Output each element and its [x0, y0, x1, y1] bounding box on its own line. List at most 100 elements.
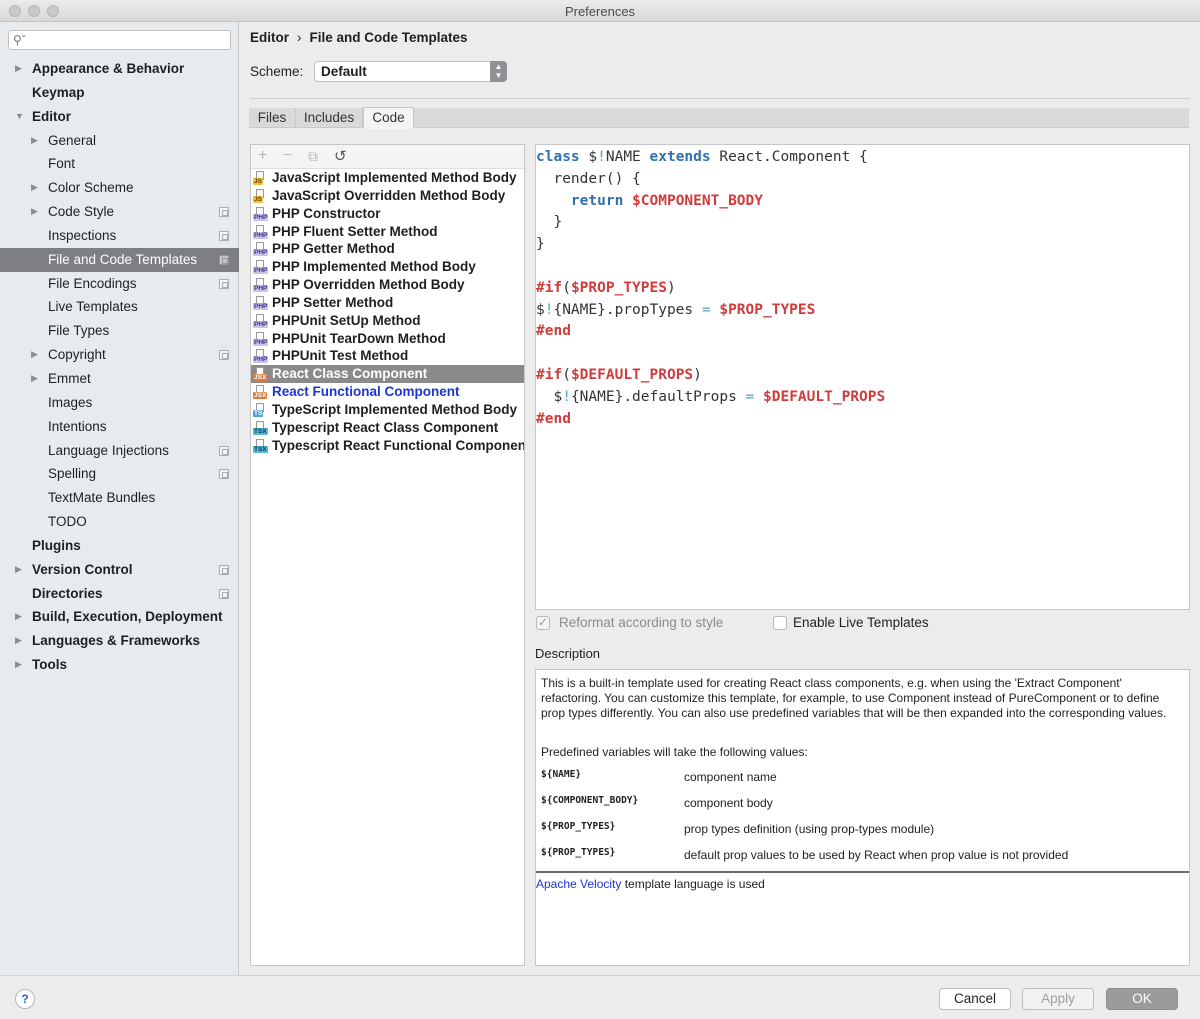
sidebar-item-todo[interactable]: TODO	[0, 510, 239, 534]
sidebar-item-font[interactable]: Font	[0, 152, 239, 176]
ok-button[interactable]: OK	[1106, 988, 1178, 1010]
search-icon: ⚲ˇ	[13, 33, 26, 47]
sidebar-item-file-types[interactable]: File Types	[0, 319, 239, 343]
reset-template-icon[interactable]: ↺	[334, 147, 347, 165]
expand-right-icon[interactable]: ▶	[15, 57, 22, 81]
template-item-phpunit-setup-method[interactable]: PHP PHPUnit SetUp Method	[251, 312, 524, 330]
code-token: !	[562, 388, 571, 405]
template-item-react-functional-component[interactable]: JSX React Functional Component	[251, 383, 524, 401]
cancel-button[interactable]: Cancel	[939, 988, 1011, 1010]
file-template-icon: PHP	[253, 278, 269, 293]
divider	[536, 871, 1189, 873]
sidebar-item-tools[interactable]: ▶ Tools	[0, 653, 239, 677]
expand-right-icon[interactable]: ▶	[15, 558, 22, 582]
tab-includes[interactable]: Includes	[296, 108, 363, 128]
sidebar-item-color-scheme[interactable]: ▶ Color Scheme	[0, 176, 239, 200]
sidebar-item-file-encodings[interactable]: File Encodings	[0, 272, 239, 296]
scheme-select[interactable]: Default ▲ ▼	[314, 61, 507, 82]
expand-right-icon[interactable]: ▶	[31, 129, 38, 153]
sidebar-item-inspections[interactable]: Inspections	[0, 224, 239, 248]
sidebar-item-label: File Encodings	[48, 275, 137, 291]
file-type-tag: JS	[253, 195, 263, 203]
code-token: }	[536, 236, 545, 253]
project-settings-icon	[219, 278, 229, 289]
variable-description: component name	[684, 770, 777, 784]
tab-code[interactable]: Code	[363, 107, 414, 129]
expand-right-icon[interactable]: ▶	[31, 200, 38, 224]
file-type-tag: PHP	[253, 213, 269, 221]
sidebar-item-plugins[interactable]: Plugins	[0, 534, 239, 558]
breadcrumb-parent[interactable]: Editor	[250, 30, 289, 45]
expand-down-icon[interactable]: ▼	[15, 105, 24, 129]
file-type-tag: TSX	[253, 445, 268, 453]
sidebar-item-emmet[interactable]: ▶ Emmet	[0, 367, 239, 391]
sidebar-item-label: Editor	[32, 108, 71, 124]
code-token: $	[579, 149, 598, 165]
template-code-editor[interactable]: class $!NAME extends React.Component { r…	[535, 144, 1190, 610]
window-title-bar: Preferences	[0, 0, 1200, 22]
template-item-php-overridden-method-body[interactable]: PHP PHP Overridden Method Body	[251, 276, 524, 294]
variables-table: ${NAME} component name ${COMPONENT_BODY} co…	[541, 769, 1181, 873]
template-item-php-getter-method[interactable]: PHP PHP Getter Method	[251, 240, 524, 258]
sidebar-item-label: General	[48, 132, 97, 148]
reformat-checkbox[interactable]	[536, 615, 550, 630]
tab-files[interactable]: Files	[249, 108, 296, 128]
chevron-updown-icon: ▲ ▼	[490, 61, 507, 82]
sidebar-item-version-control[interactable]: ▶ Version Control	[0, 558, 239, 582]
help-button[interactable]: ?	[15, 989, 35, 1009]
expand-right-icon[interactable]: ▶	[31, 343, 38, 367]
template-item-php-constructor[interactable]: PHP PHP Constructor	[251, 205, 524, 223]
project-settings-icon	[219, 230, 229, 241]
template-item-typescript-react-functional-component[interactable]: TSX Typescript React Functional Component	[251, 437, 524, 455]
template-list-panel: + − ⧉ ↺ JS JavaScript Implemented Method …	[250, 144, 525, 966]
sidebar-item-keymap[interactable]: Keymap	[0, 81, 239, 105]
file-template-icon: PHP	[253, 206, 269, 221]
template-item-javascript-implemented-method-body[interactable]: JS JavaScript Implemented Method Body	[251, 169, 524, 187]
template-item-phpunit-test-method[interactable]: PHP PHPUnit Test Method	[251, 347, 524, 365]
add-template-icon[interactable]: +	[258, 147, 267, 165]
code-line: $!{NAME}.propTypes = $PROP_TYPES	[536, 300, 1189, 322]
sidebar-item-spelling[interactable]: Spelling	[0, 462, 239, 486]
sidebar-item-textmate-bundles[interactable]: TextMate Bundles	[0, 486, 239, 510]
sidebar-item-intentions[interactable]: Intentions	[0, 415, 239, 439]
template-item-react-class-component[interactable]: JSX React Class Component	[251, 365, 524, 384]
remove-template-icon[interactable]: −	[283, 147, 292, 165]
sidebar-item-copyright[interactable]: ▶ Copyright	[0, 343, 239, 367]
sidebar-item-file-and-code-templates[interactable]: File and Code Templates	[0, 247, 239, 272]
template-item-typescript-implemented-method-body[interactable]: TS TypeScript Implemented Method Body	[251, 401, 524, 419]
template-item-javascript-overridden-method-body[interactable]: JS JavaScript Overridden Method Body	[251, 187, 524, 205]
sidebar-item-build-execution-deployment[interactable]: ▶ Build, Execution, Deployment	[0, 605, 239, 629]
apply-button[interactable]: Apply	[1022, 988, 1094, 1010]
code-token: NAME	[605, 149, 650, 165]
expand-right-icon[interactable]: ▶	[31, 176, 38, 200]
copy-template-icon[interactable]: ⧉	[308, 148, 318, 165]
sidebar-item-general[interactable]: ▶ General	[0, 129, 239, 153]
sidebar-item-language-injections[interactable]: Language Injections	[0, 439, 239, 463]
sidebar-item-appearance-behavior[interactable]: ▶ Appearance & Behavior	[0, 57, 239, 81]
sidebar-item-code-style[interactable]: ▶ Code Style	[0, 200, 239, 224]
sidebar-item-label: File Types	[48, 323, 110, 339]
sidebar-item-live-templates[interactable]: Live Templates	[0, 295, 239, 319]
template-item-php-fluent-setter-method[interactable]: PHP PHP Fluent Setter Method	[251, 223, 524, 241]
code-line: #end	[536, 321, 1189, 343]
template-item-typescript-react-class-component[interactable]: TSX Typescript React Class Component	[251, 419, 524, 437]
expand-right-icon[interactable]: ▶	[15, 605, 22, 629]
template-item-phpunit-teardown-method[interactable]: PHP PHPUnit TearDown Method	[251, 330, 524, 348]
expand-right-icon[interactable]: ▶	[31, 367, 38, 391]
live-templates-checkbox[interactable]	[773, 616, 787, 630]
code-token: {NAME}.propTypes	[553, 301, 702, 318]
sidebar-item-directories[interactable]: Directories	[0, 582, 239, 606]
expand-right-icon[interactable]: ▶	[15, 629, 22, 653]
code-line: }	[536, 234, 1189, 256]
settings-search-input[interactable]: ⚲ˇ	[8, 30, 231, 50]
sidebar-item-images[interactable]: Images	[0, 391, 239, 415]
template-item-php-setter-method[interactable]: PHP PHP Setter Method	[251, 294, 524, 312]
sidebar-item-languages-frameworks[interactable]: ▶ Languages & Frameworks	[0, 629, 239, 653]
template-item-label: PHP Constructor	[272, 205, 381, 221]
expand-right-icon[interactable]: ▶	[15, 653, 22, 677]
template-item-php-implemented-method-body[interactable]: PHP PHP Implemented Method Body	[251, 258, 524, 276]
template-tabs: Files Includes Code	[249, 107, 1189, 129]
sidebar-item-editor[interactable]: ▼ Editor	[0, 105, 239, 129]
apache-velocity-link[interactable]: Apache Velocity	[536, 877, 621, 891]
